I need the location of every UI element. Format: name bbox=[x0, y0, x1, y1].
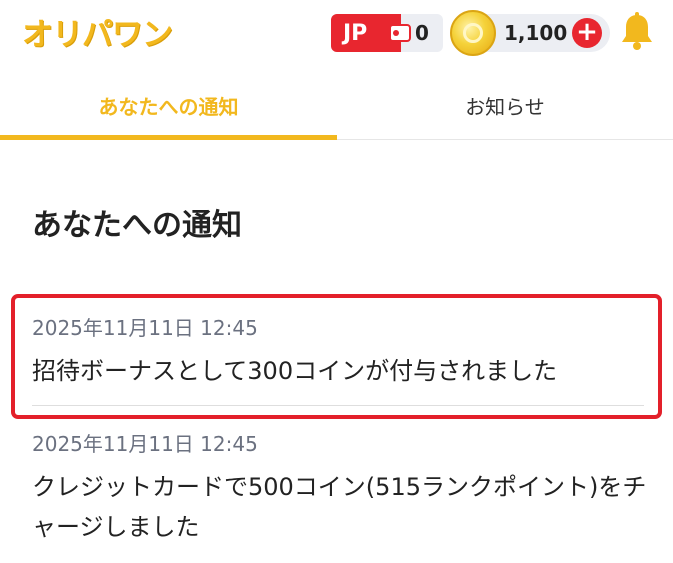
tab-announcements[interactable]: お知らせ bbox=[337, 72, 673, 138]
notification-item[interactable]: 2025年11月11日 12:45 クレジットカードで500コイン(515ランク… bbox=[32, 428, 652, 547]
notification-date: 2025年11月11日 12:45 bbox=[32, 432, 258, 456]
app-header: オリパワン JP 0 1,100 + bbox=[0, 0, 673, 72]
jp-points-count: 0 bbox=[415, 21, 429, 45]
app-logo[interactable]: オリパワン bbox=[22, 9, 173, 53]
bell-icon[interactable] bbox=[619, 12, 655, 52]
notification-message: クレジットカードで500コイン(515ランクポイント)をチャージしました bbox=[32, 473, 647, 541]
section-title: あなたへの通知 bbox=[32, 208, 242, 243]
coin-icon bbox=[450, 10, 496, 56]
add-coins-button[interactable]: + bbox=[572, 18, 602, 48]
tab-your-notifications[interactable]: あなたへの通知 bbox=[0, 72, 337, 138]
jp-points-badge[interactable]: JP 0 bbox=[331, 14, 443, 52]
highlight-box bbox=[11, 294, 662, 419]
notification-tabs: あなたへの通知 お知らせ bbox=[0, 72, 673, 140]
coin-balance-badge[interactable]: 1,100 + bbox=[450, 10, 610, 56]
coin-balance-count: 1,100 bbox=[504, 21, 568, 45]
ticket-dot-icon bbox=[393, 30, 399, 36]
active-tab-indicator bbox=[0, 135, 337, 140]
